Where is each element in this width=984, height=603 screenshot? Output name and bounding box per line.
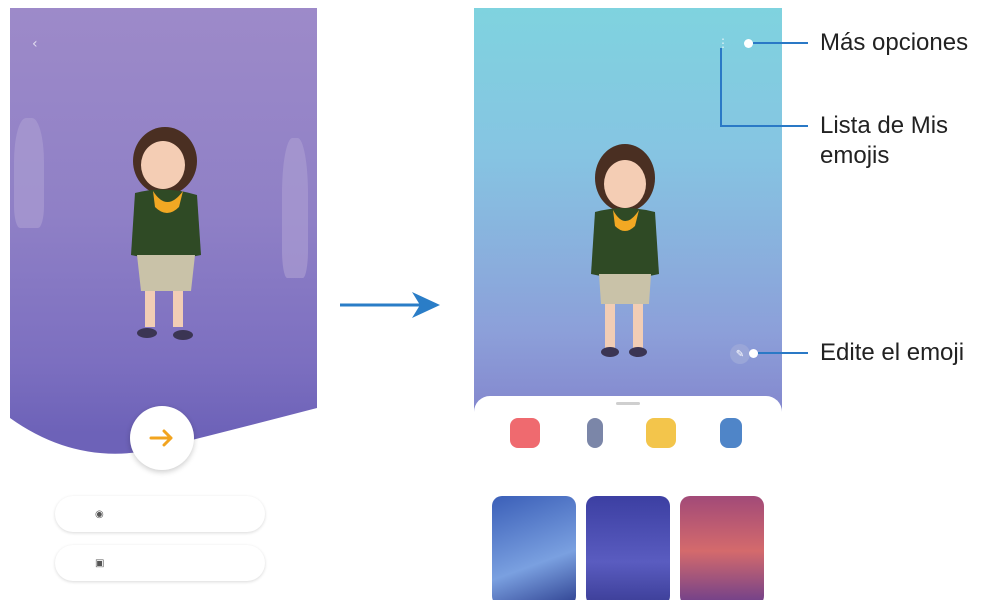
transition-arrow-icon <box>340 292 440 318</box>
select-image-option[interactable]: ▣ <box>55 545 265 581</box>
sheet-handle[interactable] <box>616 402 640 405</box>
edit-icon: ✎ <box>735 348 745 360</box>
left-phone-screen: ‹ ◉ ▣ <box>10 8 317 598</box>
callout-dot-edit <box>749 349 758 358</box>
background-figure-left <box>14 118 44 228</box>
callout-my-emoji-list-line1: Lista de Mis <box>820 112 949 139</box>
sticker-icon <box>587 418 603 448</box>
category-sticker[interactable] <box>570 418 620 448</box>
next-button[interactable] <box>130 406 194 470</box>
camera-icon: ◉ <box>95 509 104 520</box>
callout-line-list-vertical <box>720 48 722 126</box>
category-studio[interactable] <box>706 418 756 448</box>
bottom-sheet <box>474 396 782 600</box>
category-gallery[interactable] <box>636 418 686 448</box>
take-photo-option[interactable]: ◉ <box>55 496 265 532</box>
callout-dot-more-options <box>744 39 753 48</box>
background-figure-right <box>282 138 308 278</box>
edit-emoji-button[interactable]: ✎ <box>730 344 750 364</box>
category-camera[interactable] <box>500 418 550 448</box>
avatar-figure <box>131 127 201 340</box>
content-card-1[interactable] <box>492 496 576 600</box>
camera-icon <box>510 418 540 448</box>
content-card-3[interactable] <box>680 496 764 600</box>
callout-my-emoji-list-line2: emojis <box>820 142 890 169</box>
gallery-icon <box>646 418 676 448</box>
callout-edit-emoji: Edite el emoji <box>820 339 965 366</box>
callout-line-list <box>720 125 808 127</box>
content-card-2[interactable] <box>586 496 670 600</box>
callout-more-options: Más opciones <box>820 29 969 56</box>
back-arrow-icon[interactable]: ‹ <box>32 37 44 51</box>
studio-icon <box>720 418 742 448</box>
avatar-figure <box>591 144 659 357</box>
callout-line-more-options <box>753 42 808 44</box>
image-icon: ▣ <box>95 558 105 569</box>
more-options-icon[interactable]: ⋮ <box>717 36 729 50</box>
arrow-right-icon <box>149 429 173 447</box>
right-phone-screen: ⋮ ✎ <box>474 8 782 600</box>
callout-line-edit <box>758 352 808 354</box>
